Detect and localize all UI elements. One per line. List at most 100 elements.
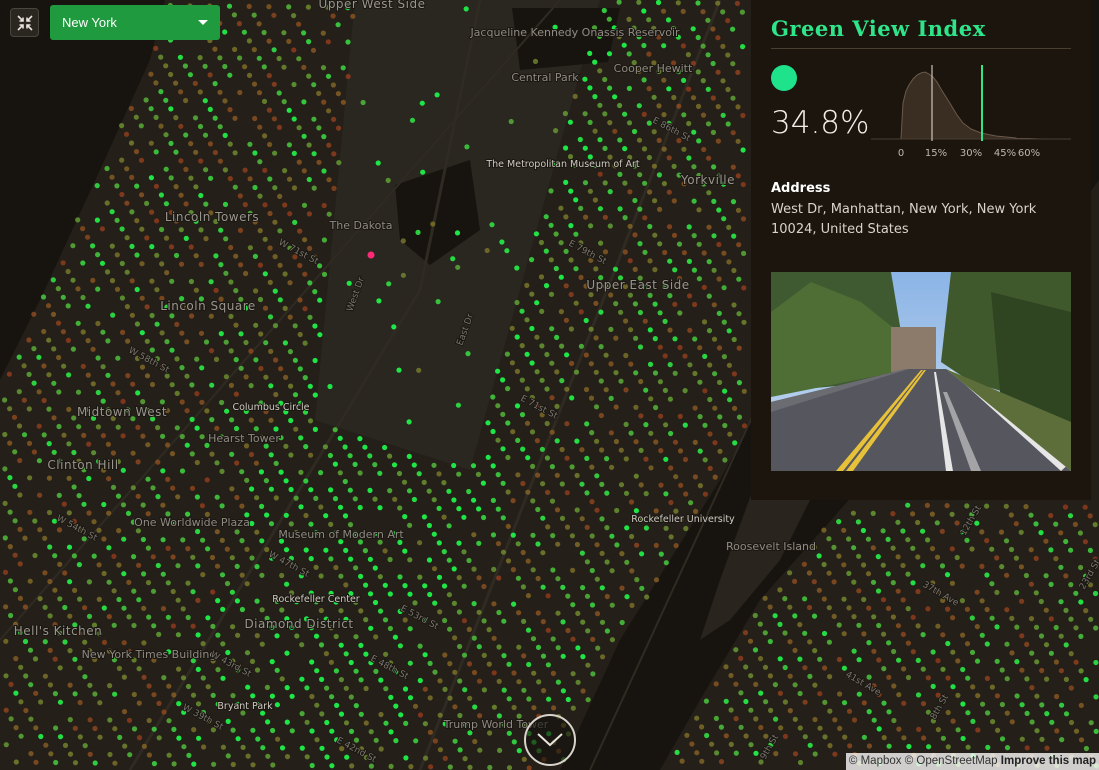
green-view-point[interactable]	[753, 681, 759, 688]
green-view-point[interactable]	[156, 631, 162, 638]
green-view-point[interactable]	[851, 545, 857, 551]
green-view-point[interactable]	[797, 759, 804, 766]
green-view-point[interactable]	[787, 639, 793, 645]
green-view-point[interactable]	[578, 343, 585, 349]
green-view-point[interactable]	[131, 691, 137, 698]
green-view-point[interactable]	[491, 670, 497, 676]
green-view-point[interactable]	[695, 69, 701, 75]
green-view-point[interactable]	[238, 262, 244, 268]
green-view-point[interactable]	[695, 34, 701, 41]
green-view-point[interactable]	[880, 562, 886, 568]
green-view-point[interactable]	[637, 241, 643, 247]
green-view-point[interactable]	[178, 123, 184, 129]
green-view-point[interactable]	[321, 99, 327, 105]
green-view-point[interactable]	[530, 532, 536, 538]
green-view-point[interactable]	[706, 259, 712, 265]
green-view-point[interactable]	[965, 675, 971, 681]
green-view-point[interactable]	[565, 696, 571, 703]
green-view-point[interactable]	[602, 180, 608, 186]
green-view-point[interactable]	[72, 587, 78, 594]
green-view-point[interactable]	[725, 121, 731, 127]
green-view-point[interactable]	[3, 673, 9, 679]
green-view-point[interactable]	[417, 712, 424, 718]
green-view-point[interactable]	[1018, 564, 1024, 570]
green-view-point[interactable]	[811, 613, 818, 619]
green-view-point[interactable]	[682, 422, 688, 428]
green-view-point[interactable]	[535, 506, 541, 513]
green-view-point[interactable]	[166, 683, 172, 689]
green-view-point[interactable]	[53, 759, 59, 766]
green-view-point[interactable]	[944, 503, 950, 509]
green-view-point[interactable]	[139, 192, 145, 198]
green-view-point[interactable]	[661, 77, 667, 83]
green-view-point[interactable]	[554, 507, 561, 513]
green-view-point[interactable]	[441, 583, 448, 589]
green-view-point[interactable]	[491, 704, 497, 710]
green-view-point[interactable]	[637, 309, 644, 316]
green-view-point[interactable]	[545, 627, 551, 633]
green-view-point[interactable]	[1059, 737, 1065, 743]
green-view-point[interactable]	[305, 4, 311, 10]
green-view-point[interactable]	[296, 21, 302, 27]
green-view-point[interactable]	[570, 602, 576, 608]
green-view-point[interactable]	[890, 510, 896, 517]
green-view-point[interactable]	[92, 691, 98, 697]
green-view-point[interactable]	[141, 674, 147, 680]
green-view-point[interactable]	[218, 262, 224, 268]
green-view-point[interactable]	[126, 614, 132, 620]
green-view-point[interactable]	[481, 687, 487, 693]
green-view-point[interactable]	[1008, 512, 1014, 518]
green-view-point[interactable]	[573, 197, 579, 203]
green-view-point[interactable]	[668, 430, 674, 437]
green-view-point[interactable]	[964, 606, 971, 612]
green-view-point[interactable]	[598, 412, 605, 419]
green-view-point[interactable]	[738, 724, 744, 730]
green-view-point[interactable]	[964, 537, 970, 543]
green-view-point[interactable]	[702, 491, 709, 497]
green-view-point[interactable]	[723, 698, 729, 704]
green-view-point[interactable]	[150, 554, 156, 560]
green-view-point[interactable]	[146, 683, 152, 689]
green-view-point[interactable]	[481, 514, 487, 521]
green-view-point[interactable]	[534, 334, 540, 340]
green-view-point[interactable]	[915, 588, 921, 595]
green-view-point[interactable]	[240, 744, 246, 751]
green-view-point[interactable]	[582, 76, 588, 82]
green-view-point[interactable]	[663, 525, 669, 531]
green-view-point[interactable]	[614, 542, 620, 548]
green-view-point[interactable]	[865, 536, 872, 542]
green-view-point[interactable]	[131, 622, 137, 629]
green-view-point[interactable]	[722, 422, 728, 429]
green-view-point[interactable]	[18, 733, 24, 739]
green-view-point[interactable]	[166, 718, 172, 724]
green-view-point[interactable]	[1049, 719, 1055, 725]
green-view-point[interactable]	[692, 336, 698, 342]
green-view-point[interactable]	[506, 696, 512, 702]
green-view-point[interactable]	[85, 338, 91, 344]
green-view-point[interactable]	[56, 527, 63, 533]
green-view-point[interactable]	[1063, 538, 1069, 545]
green-view-point[interactable]	[239, 572, 245, 578]
green-view-point[interactable]	[846, 708, 853, 714]
green-view-point[interactable]	[505, 489, 511, 495]
green-view-point[interactable]	[476, 609, 482, 615]
green-view-point[interactable]	[263, 478, 269, 484]
green-view-point[interactable]	[600, 654, 606, 660]
green-view-point[interactable]	[462, 687, 468, 693]
green-view-point[interactable]	[436, 540, 442, 546]
green-view-point[interactable]	[802, 699, 808, 705]
green-view-point[interactable]	[415, 229, 421, 235]
green-view-point[interactable]	[807, 742, 813, 748]
green-view-point[interactable]	[777, 621, 783, 628]
green-view-point[interactable]	[672, 370, 678, 376]
green-view-point[interactable]	[416, 471, 422, 477]
green-view-point[interactable]	[91, 519, 97, 525]
green-view-point[interactable]	[989, 546, 995, 552]
green-view-point[interactable]	[1048, 581, 1054, 588]
green-view-point[interactable]	[109, 209, 115, 215]
green-view-point[interactable]	[105, 372, 111, 378]
green-view-point[interactable]	[136, 700, 142, 706]
green-view-point[interactable]	[169, 313, 175, 319]
green-view-point[interactable]	[524, 420, 531, 426]
green-view-point[interactable]	[457, 643, 463, 650]
